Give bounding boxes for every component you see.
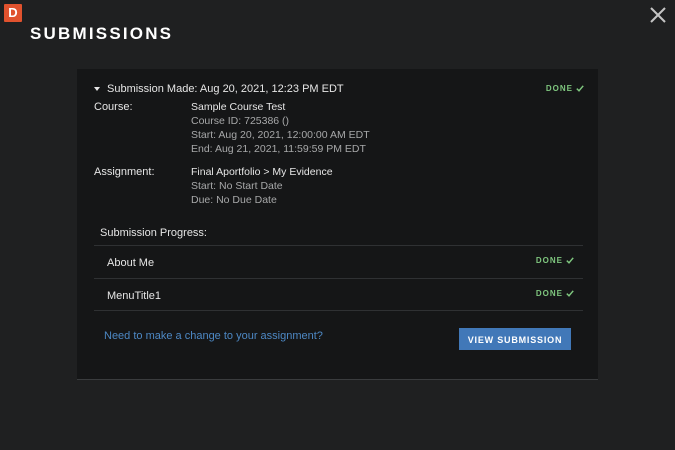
assignment-details: Final Aportfolio > My Evidence Start: No… [191, 165, 333, 207]
page-title: SUBMISSIONS [30, 24, 174, 43]
course-id: Course ID: 725386 () [191, 115, 290, 127]
course-start: Start: Aug 20, 2021, 12:00:00 AM EDT [191, 129, 370, 141]
assignment-name: Final Aportfolio > My Evidence [191, 166, 333, 178]
submission-status-badge: DONE [546, 84, 584, 93]
list-item: MenuTitle1 DONE [94, 278, 583, 311]
course-end: End: Aug 21, 2021, 11:59:59 PM EDT [191, 143, 366, 155]
status-badge: DONE [536, 256, 574, 265]
assignment-label: Assignment: [94, 166, 155, 178]
course-label: Course: [94, 101, 133, 113]
status-text: DONE [535, 256, 563, 265]
status-badge: DONE [536, 289, 574, 298]
list-item: About Me DONE [94, 245, 583, 278]
submission-summary[interactable]: Submission Made: Aug 20, 2021, 12:23 PM … [94, 82, 584, 96]
check-icon [566, 290, 574, 297]
view-submission-button[interactable]: VIEW SUBMISSION [459, 328, 571, 350]
progress-item-label: MenuTitle1 [107, 290, 162, 302]
assignment-due: Due: No Due Date [191, 194, 277, 206]
check-icon [576, 85, 584, 92]
caret-down-icon[interactable] [94, 87, 100, 91]
check-icon [566, 257, 574, 264]
assignment-start: Start: No Start Date [191, 180, 283, 192]
submission-progress-label: Submission Progress: [100, 227, 207, 239]
submission-panel: Submission Made: Aug 20, 2021, 12:23 PM … [77, 69, 598, 380]
submission-summary-text: Submission Made: Aug 20, 2021, 12:23 PM … [107, 83, 344, 95]
app-logo: D [4, 4, 22, 22]
submission-progress-list: About Me DONE MenuTitle1 DONE [94, 245, 583, 311]
course-name: Sample Course Test [191, 101, 286, 113]
progress-item-label: About Me [107, 257, 155, 269]
close-icon [650, 7, 666, 23]
change-assignment-link[interactable]: Need to make a change to your assignment… [104, 330, 323, 342]
course-details: Sample Course Test Course ID: 725386 () … [191, 100, 370, 156]
status-text: DONE [545, 84, 573, 93]
status-text: DONE [535, 289, 563, 298]
close-button[interactable] [649, 6, 667, 24]
